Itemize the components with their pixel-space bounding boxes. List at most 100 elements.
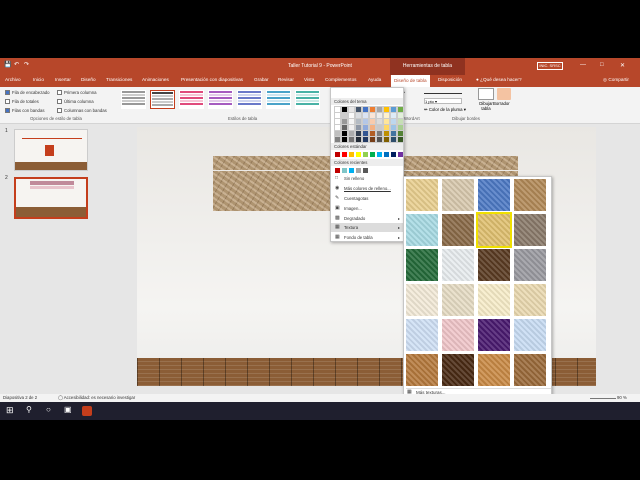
- theme-color-swatch[interactable]: [334, 130, 341, 137]
- tab-presentacion[interactable]: Presentación con diapositivas: [181, 77, 243, 82]
- texture-walnut[interactable]: [442, 354, 474, 386]
- texture-recycled-paper[interactable]: [442, 284, 474, 316]
- texture-woven-mat[interactable]: [514, 179, 546, 211]
- theme-color-swatch[interactable]: [383, 112, 390, 119]
- menu-item-no-fill[interactable]: □ Sin relleno: [331, 174, 403, 183]
- powerpoint-taskbar-icon[interactable]: [82, 406, 92, 416]
- recent-color-swatch[interactable]: [363, 168, 368, 173]
- table-style-4[interactable]: [208, 90, 233, 109]
- theme-color-swatch[interactable]: [376, 118, 383, 125]
- table-style-5[interactable]: [237, 90, 262, 109]
- theme-color-swatch[interactable]: [334, 118, 341, 125]
- eraser-button[interactable]: Borrador: [493, 101, 510, 106]
- theme-color-swatch[interactable]: [369, 130, 376, 137]
- texture-brown-marble[interactable]: [478, 249, 510, 281]
- slide-thumbnail-1[interactable]: [14, 129, 88, 171]
- theme-color-swatch[interactable]: [348, 112, 355, 119]
- accessibility-status[interactable]: ◯ Accesibilidad: es necesario investigar: [58, 395, 135, 401]
- theme-color-swatch[interactable]: [341, 118, 348, 125]
- theme-color-swatch[interactable]: [376, 136, 383, 143]
- theme-color-swatch[interactable]: [376, 130, 383, 137]
- theme-color-swatch[interactable]: [390, 130, 397, 137]
- texture-oak[interactable]: [478, 354, 510, 386]
- theme-color-swatch[interactable]: [397, 106, 404, 113]
- theme-color-swatch[interactable]: [355, 136, 362, 143]
- theme-color-swatch[interactable]: [376, 124, 383, 131]
- tab-archivo[interactable]: Archivo: [5, 77, 21, 82]
- tab-grabar[interactable]: Grabar: [254, 77, 269, 82]
- theme-color-swatch[interactable]: [383, 118, 390, 125]
- theme-color-swatch[interactable]: [362, 112, 369, 119]
- tab-animaciones[interactable]: Animaciones: [142, 77, 169, 82]
- texture-purple-mesh[interactable]: [478, 319, 510, 351]
- texture-green-marble[interactable]: [406, 249, 438, 281]
- menu-item-image[interactable]: ▣ Imagen...: [331, 204, 403, 213]
- texture-denim[interactable]: [478, 179, 510, 211]
- texture-newsprint[interactable]: [406, 284, 438, 316]
- tab-transiciones[interactable]: Transiciones: [106, 77, 132, 82]
- theme-color-swatch[interactable]: [383, 136, 390, 143]
- checkbox-total-row[interactable]: Fila de totales: [5, 99, 39, 104]
- texture-cork[interactable]: [406, 354, 438, 386]
- standard-color-swatch[interactable]: [342, 152, 347, 157]
- pen-weight-select[interactable]: 1 pto ▾: [424, 98, 462, 104]
- theme-color-swatch[interactable]: [390, 118, 397, 125]
- theme-color-swatch[interactable]: [348, 130, 355, 137]
- checkbox-header-row[interactable]: Fila de encabezado: [5, 90, 50, 95]
- theme-color-swatch[interactable]: [348, 118, 355, 125]
- theme-color-swatch[interactable]: [369, 118, 376, 125]
- theme-color-swatch[interactable]: [341, 112, 348, 119]
- texture-stationery[interactable]: [514, 284, 546, 316]
- texture-sand[interactable]: [514, 214, 546, 246]
- tab-complementos[interactable]: Complementos: [325, 77, 357, 82]
- texture-granite[interactable]: [514, 249, 546, 281]
- theme-color-swatch[interactable]: [383, 130, 390, 137]
- theme-color-swatch[interactable]: [397, 130, 404, 137]
- theme-color-swatch[interactable]: [390, 112, 397, 119]
- theme-color-swatch[interactable]: [348, 136, 355, 143]
- theme-color-swatch[interactable]: [334, 124, 341, 131]
- texture-pink-tissue[interactable]: [442, 319, 474, 351]
- tab-diseno-de-tabla[interactable]: Diseño de tabla: [391, 75, 430, 87]
- slide-thumbnail-2[interactable]: [14, 177, 88, 219]
- theme-color-swatch[interactable]: [376, 112, 383, 119]
- menu-item-table-background[interactable]: ▦ Fondo de tabla ▸: [331, 233, 403, 242]
- theme-color-swatch[interactable]: [355, 106, 362, 113]
- zoom-level[interactable]: 90 %: [617, 395, 627, 400]
- tell-me-search[interactable]: ● ¿Qué desea hacer?: [476, 77, 522, 82]
- menu-item-texture[interactable]: ▦ Textura ▸: [331, 223, 403, 232]
- pen-color-button[interactable]: ✏ Color de la pluma ▾: [424, 107, 466, 113]
- tab-vista[interactable]: Vista: [304, 77, 314, 82]
- tab-insertar[interactable]: Insertar: [55, 77, 71, 82]
- recent-color-swatch[interactable]: [342, 168, 347, 173]
- theme-color-swatch[interactable]: [362, 136, 369, 143]
- standard-color-swatch[interactable]: [335, 152, 340, 157]
- theme-color-swatch[interactable]: [341, 124, 348, 131]
- checkbox-banded-rows[interactable]: Filas con bandas: [5, 108, 45, 113]
- texture-fish-fossil[interactable]: [476, 212, 512, 248]
- pen-style-select[interactable]: [424, 90, 462, 94]
- theme-color-swatch[interactable]: [341, 130, 348, 137]
- theme-color-swatch[interactable]: [397, 112, 404, 119]
- close-icon[interactable]: ✕: [620, 62, 625, 69]
- tab-revisar[interactable]: Revisar: [278, 77, 294, 82]
- standard-color-swatch[interactable]: [384, 152, 389, 157]
- texture-parchment[interactable]: [478, 284, 510, 316]
- task-view-icon[interactable]: ▣: [64, 405, 72, 414]
- theme-color-swatch[interactable]: [341, 106, 348, 113]
- windows-start-icon[interactable]: ⊞: [6, 405, 14, 416]
- theme-color-swatch[interactable]: [383, 106, 390, 113]
- texture-blue-tissue[interactable]: [406, 319, 438, 351]
- texture-bouquet[interactable]: [514, 319, 546, 351]
- user-badge[interactable]: INIC. SRSC: [537, 62, 563, 70]
- theme-color-swatch[interactable]: [355, 112, 362, 119]
- theme-color-swatch[interactable]: [334, 136, 341, 143]
- theme-color-swatch[interactable]: [362, 118, 369, 125]
- tab-inicio[interactable]: Inicio: [33, 77, 44, 82]
- theme-color-swatch[interactable]: [362, 130, 369, 137]
- tab-ayuda[interactable]: Ayuda: [368, 77, 381, 82]
- tab-disposicion[interactable]: Disposición: [438, 77, 462, 82]
- draw-table-icon[interactable]: [478, 88, 494, 100]
- texture-water-droplets[interactable]: [406, 214, 438, 246]
- eraser-icon[interactable]: [497, 88, 511, 100]
